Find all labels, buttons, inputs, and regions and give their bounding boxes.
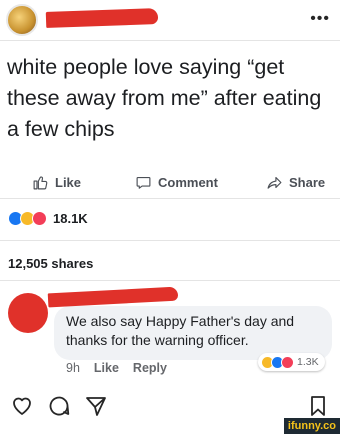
love-reaction-icon (281, 355, 294, 369)
post-header: ••• (0, 0, 340, 40)
share-count[interactable]: 12,505 shares (8, 256, 93, 271)
post-action-bar: Like Comment Share (0, 170, 340, 198)
comment-reaction-count: 1.3K (297, 356, 319, 368)
reactions-divider (0, 240, 340, 241)
comment-label: Comment (158, 175, 218, 190)
comment-icon[interactable] (47, 394, 71, 418)
comment-bubble-icon (136, 176, 151, 189)
action-divider (0, 198, 340, 199)
reaction-count: 18.1K (53, 211, 88, 226)
direct-share-icon[interactable] (84, 394, 108, 418)
bookmark-icon[interactable] (306, 394, 330, 418)
redacted-commenter-name (47, 286, 179, 308)
comment-reactions[interactable]: 1.3K (258, 353, 325, 371)
account-avatar[interactable] (6, 4, 38, 36)
shares-divider (0, 280, 340, 281)
redacted-username (45, 8, 159, 28)
comment-button[interactable]: Comment (135, 174, 218, 191)
post-text: white people love saying “get these away… (7, 55, 322, 141)
thumbs-up-icon (33, 176, 48, 190)
share-label: Share (289, 175, 326, 190)
comment-like-link[interactable]: Like (94, 361, 119, 375)
like-label: Like (55, 175, 82, 190)
commenter-avatar[interactable] (8, 293, 48, 333)
header-divider (0, 40, 340, 41)
more-options-icon[interactable]: ••• (310, 10, 330, 28)
heart-icon[interactable] (10, 394, 34, 418)
like-button[interactable]: Like (32, 174, 81, 191)
comment-meta: 9h Like Reply (66, 361, 167, 375)
share-arrow-icon (267, 176, 282, 189)
ifunny-watermark: ifunny.co (283, 418, 340, 434)
share-button[interactable]: Share (266, 174, 325, 191)
comment-reply-link[interactable]: Reply (133, 361, 167, 375)
comment-text: We also say Happy Father's day and thank… (66, 313, 295, 348)
comment-time: 9h (66, 361, 80, 375)
reactions-summary[interactable]: 18.1K (8, 211, 88, 226)
love-reaction-icon (32, 211, 47, 226)
